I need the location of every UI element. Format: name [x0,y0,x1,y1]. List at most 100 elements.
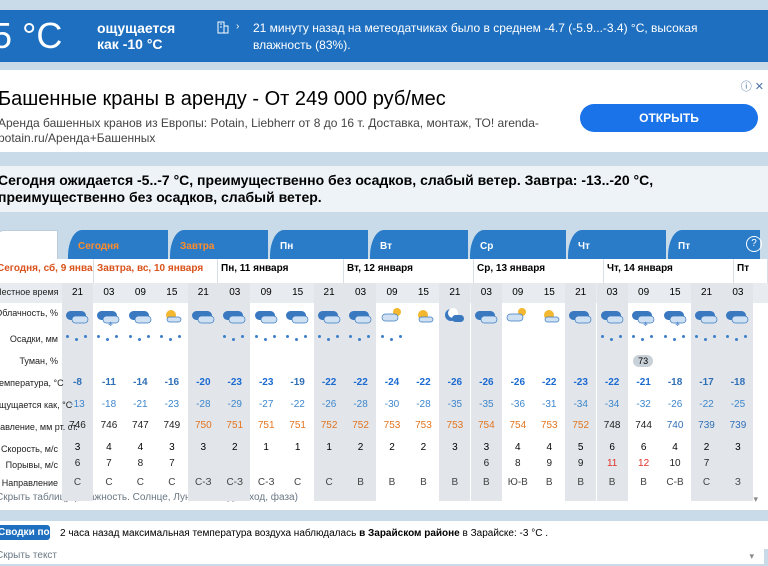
snow-dot [317,335,321,338]
snow-dot [66,335,69,338]
feels-cell: -34 [604,399,620,410]
snow-dot [695,335,698,338]
tab-2[interactable]: Завтра [170,230,268,260]
day-header[interactable]: Чт, 14 января [604,259,734,283]
snow-dot [272,335,276,338]
hide-text-label[interactable]: Скрыть текст [0,550,57,561]
tab-3[interactable]: Пн [270,230,368,260]
snow-dot [128,335,132,338]
weather-icon [723,305,751,327]
fog-badge: 73 [633,355,654,367]
wind-cell: 4 [515,442,521,453]
day-header[interactable]: Сегодня, сб, 9 января [0,259,94,283]
svg-text:❄: ❄ [675,321,680,327]
gusts-cell: 6 [74,458,81,469]
gusts-cell: 8 [515,458,521,469]
weather-icon [692,305,720,327]
gusts-cell: 7 [169,458,175,469]
feels-cell: -28 [416,399,431,410]
tab-1[interactable]: Сегодня [68,230,168,260]
feels-cell: -13 [70,399,85,410]
weather-icon [503,305,531,327]
times-cell: 03 [606,287,618,298]
temps-cell: -21 [636,377,651,388]
temps-cell: -22 [542,377,557,388]
direction-cell: С [105,477,113,488]
weather-icon [566,305,594,327]
wind-cell: 5 [577,442,584,453]
pressure-cell: 753 [383,420,401,431]
day-header[interactable]: Вт, 12 января [344,259,474,283]
collapse-icon[interactable]: ▾ [753,494,758,505]
tab-current[interactable] [0,230,58,260]
day-tabs: Пт Чт Ср Вт Пн Завтра Сегодня ? [0,226,768,260]
hide-text-link[interactable]: Скрыть текст ▾ [0,548,764,564]
day-header[interactable]: Пн, 11 января [218,259,344,283]
wind-cell: 2 [231,442,238,453]
snow-dot [326,338,330,341]
weather-icon: ❄ [661,305,689,328]
ad-badges[interactable]: ⓘ ✕ [741,78,764,94]
observations-region[interactable]: в Зарайском районе [359,528,460,539]
ad-text[interactable]: Аренда башенных кранов из Европы: Potain… [0,116,558,146]
advertisement[interactable]: ⓘ ✕ Башенные краны в аренду - От 249 000… [0,70,768,152]
weather-icon [157,305,185,327]
tab-5[interactable]: Ср [470,230,566,260]
times-cell: 21 [449,287,461,298]
snow-dot [600,335,604,338]
pressure-cell: 740 [666,420,684,431]
pressure-cell: 744 [635,420,652,431]
gusts-cell: 10 [669,458,681,469]
gusts-cell: 7 [106,458,112,469]
pressure-cell: 751 [257,420,275,431]
day-header[interactable]: Ср, 13 января [474,259,604,283]
snow-dot [295,338,299,341]
times-cell: 03 [354,287,367,298]
snow-dot [398,335,402,338]
tab-4[interactable]: Вт [370,230,468,260]
wind-cell: 2 [389,442,395,453]
observations-button[interactable]: Сводки погоды [0,525,75,540]
collapse-text-icon[interactable]: ▾ [749,551,754,562]
feels-cell: -36 [510,399,526,410]
direction-cell: С-В [666,477,684,488]
wind-cell: 6 [609,442,615,453]
pressure-cell: 754 [478,420,495,431]
times-cell: 09 [512,287,524,298]
snow-dot [263,338,267,341]
wind-cell: 6 [640,442,647,453]
times-cell: 09 [386,287,398,298]
temps-cell: -23 [227,377,242,388]
temps-cell: -18 [667,377,683,388]
direction-cell: С [168,477,176,488]
help-icon[interactable]: ? [746,236,762,252]
row-label-feels: ощущается как, °С [0,400,73,410]
pressure-cell: 754 [509,420,527,431]
weather-icon [535,305,563,327]
direction-cell: В [640,477,647,488]
snow-dot [380,335,384,338]
day-header[interactable]: Пт [734,259,768,283]
observations-text-main: 2 часа назад максимальная температура во… [60,528,357,539]
weather-icon [440,305,468,327]
row-label-temp: Температура, °С [0,378,64,388]
ad-title[interactable]: Башенные краны в аренду - От 249 000 руб… [0,88,446,111]
temps-cell: -22 [353,377,368,388]
day-header[interactable]: Завтра, вс, 10 января [94,259,218,283]
tab-6[interactable]: Чт [568,230,666,260]
wind-cell: 2 [357,442,364,453]
times-cell: 09 [134,287,146,298]
direction-cell: В [483,477,490,488]
snow-dot [254,335,258,338]
snow-dot [84,335,87,338]
hide-table-link[interactable]: Скрыть таблицу (Влажность. Солнце, Луна:… [0,492,298,503]
building-icon[interactable] [216,20,230,34]
chevron-right-icon[interactable]: › [236,21,239,32]
wind-cell: 2 [703,442,710,453]
feels-cell: -28 [196,399,211,410]
direction-cell: З [734,477,741,488]
ad-open-button[interactable]: ОТКРЫТЬ [580,104,758,132]
wind-cell: 4 [672,442,678,453]
times-cell: 15 [669,287,681,298]
snow-dot [618,335,622,338]
